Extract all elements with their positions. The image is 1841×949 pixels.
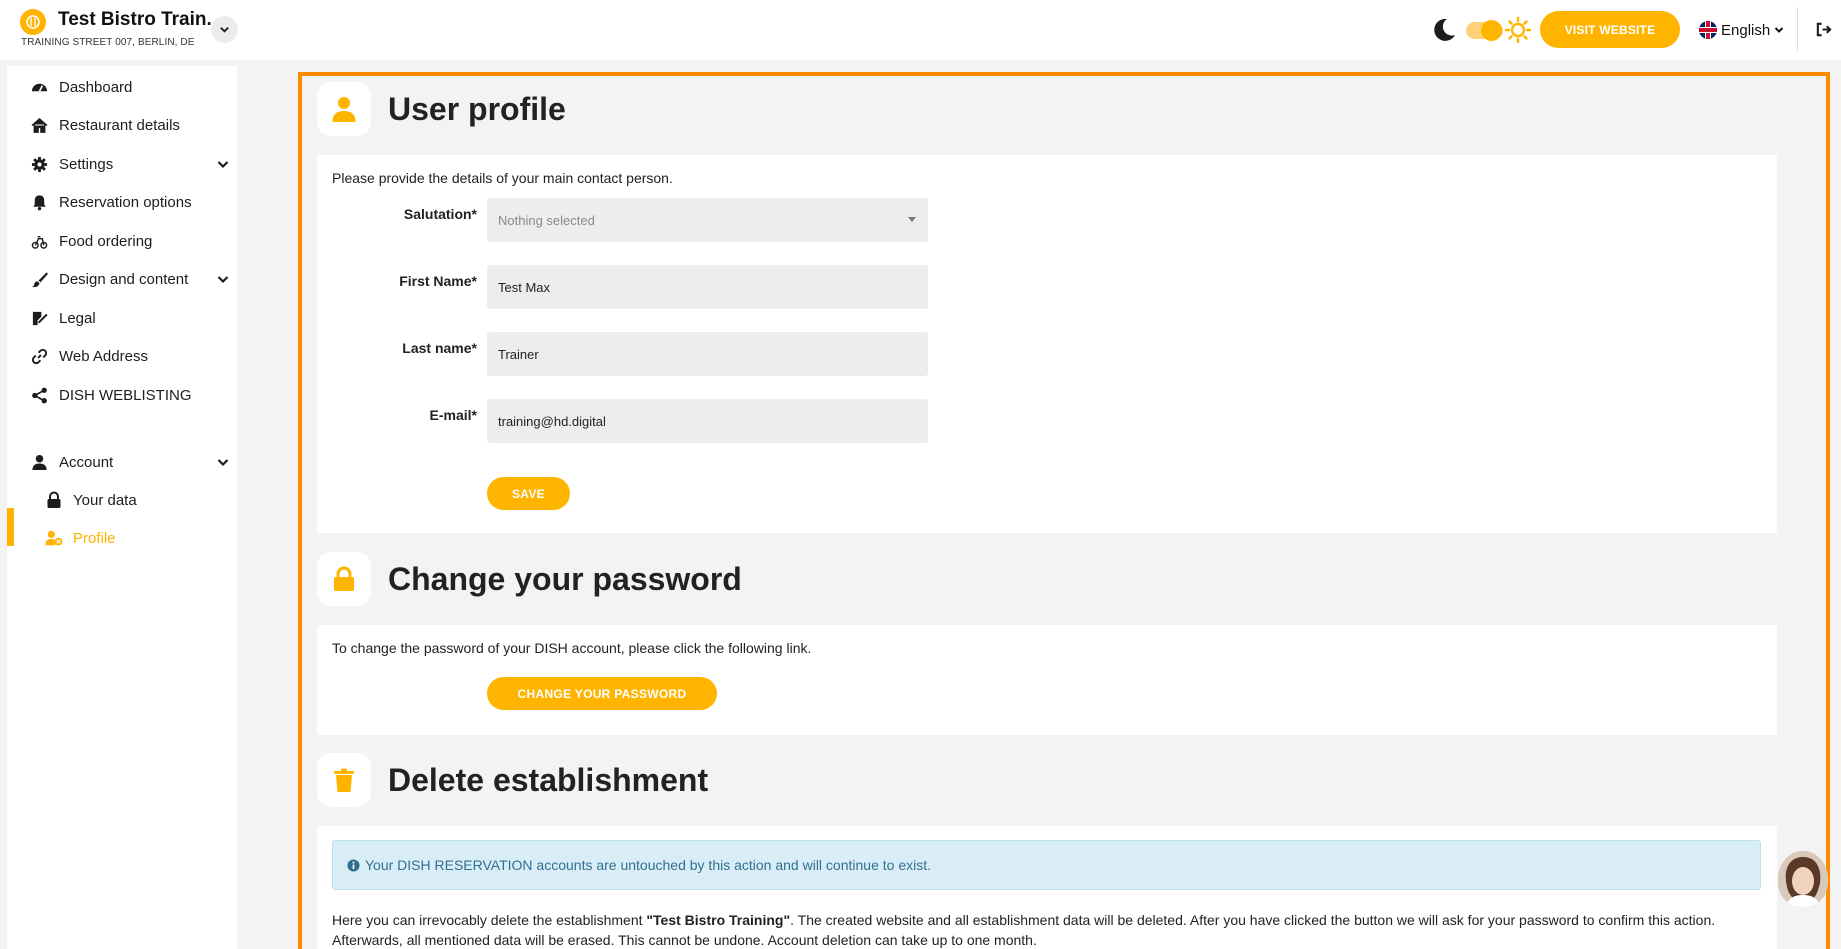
dashboard-icon (29, 77, 49, 97)
sidebar-item-dashboard[interactable]: Dashboard (29, 75, 132, 99)
sidebar-subitem-profile[interactable]: Profile (43, 526, 116, 550)
logout-icon[interactable] (1815, 21, 1832, 38)
delete-establishment-card: Your DISH RESERVATION accounts are untou… (317, 826, 1777, 949)
main-content: User profile Please provide the details … (298, 72, 1830, 949)
moon-icon[interactable] (1430, 16, 1458, 44)
email-value: training@hd.digital (498, 413, 606, 429)
sidebar-item-label: Legal (59, 309, 96, 327)
sidebar-item-restaurant-details[interactable]: Restaurant details (29, 113, 180, 137)
last-name-field[interactable]: Trainer (487, 332, 928, 376)
caret-down-icon (908, 217, 916, 222)
sidebar-item-label: Design and content (59, 270, 189, 288)
language-label: English (1721, 21, 1771, 39)
chevron-down-icon (220, 27, 229, 33)
trash-icon (317, 753, 371, 807)
delete-description: Here you can irrevocably delete the esta… (332, 910, 1762, 949)
chevron-down-icon[interactable] (216, 157, 230, 171)
home-icon (29, 115, 49, 135)
section-title: Change your password (388, 560, 742, 597)
sidebar-item-label: Profile (73, 529, 116, 547)
last-name-value: Trainer (498, 346, 539, 362)
restaurant-name: Test Bistro Train.. (58, 9, 218, 30)
user-profile-card: Please provide the details of your main … (317, 155, 1777, 533)
restaurant-switch-button[interactable] (211, 16, 238, 43)
restaurant-address: TRAINING STREET 007, BERLIN, DE (21, 37, 195, 48)
email-field[interactable]: training@hd.digital (487, 399, 928, 443)
active-section-indicator (7, 508, 14, 546)
profile-intro-text: Please provide the details of your main … (332, 170, 673, 186)
page-title: User profile (388, 90, 566, 127)
sidebar-item-account[interactable]: Account (29, 450, 113, 474)
sidebar-item-food-ordering[interactable]: Food ordering (29, 229, 152, 253)
food-ordering-icon (29, 231, 49, 251)
change-password-header: Change your password (317, 552, 742, 606)
email-label: E-mail* (429, 407, 477, 423)
user-icon (29, 452, 49, 472)
sidebar-item-label: Dashboard (59, 78, 133, 96)
establishment-name: "Test Bistro Training" (646, 912, 791, 928)
user-cog-icon (43, 528, 65, 548)
gear-icon (29, 154, 49, 174)
bell-icon (29, 192, 49, 212)
share-icon (29, 385, 49, 405)
user-profile-header: User profile (317, 82, 566, 136)
salutation-label: Salutation* (403, 206, 477, 222)
info-alert: Your DISH RESERVATION accounts are untou… (332, 840, 1761, 890)
sidebar-item-label: Restaurant details (59, 116, 180, 134)
sidebar-item-label: Food ordering (59, 232, 153, 250)
sun-icon[interactable] (1504, 16, 1532, 44)
last-name-label: Last name* (402, 340, 477, 356)
visit-website-button[interactable]: VISIT WEBSITE (1540, 11, 1680, 48)
change-password-card: To change the password of your DISH acco… (317, 625, 1777, 735)
change-password-button[interactable]: CHANGE YOUR PASSWORD (487, 677, 717, 710)
sidebar-item-label: Reservation options (59, 193, 192, 211)
delete-text-before: Here you can irrevocably delete the esta… (332, 912, 647, 928)
support-chat-avatar[interactable] (1778, 851, 1828, 907)
sidebar-item-label: DISH WEBLISTING (59, 386, 192, 404)
sidebar-item-settings[interactable]: Settings (29, 152, 113, 176)
first-name-value: Test Max (498, 279, 551, 295)
sidebar-item-label: Your data (73, 491, 137, 509)
sidebar-item-label: Web Address (59, 347, 148, 365)
legal-icon (29, 308, 49, 328)
chevron-down-icon[interactable] (216, 272, 230, 286)
chevron-down-icon[interactable] (216, 455, 230, 469)
link-icon (29, 346, 49, 366)
sidebar-subitem-your-data[interactable]: Your data (43, 488, 137, 512)
sidebar-item-label: Account (59, 453, 114, 471)
language-selector[interactable]: English (1699, 19, 1784, 41)
sidebar-item-legal[interactable]: Legal (29, 306, 96, 330)
delete-establishment-header: Delete establishment (317, 753, 708, 807)
sidebar-item-design-and-content[interactable]: Design and content (29, 267, 188, 291)
password-intro-text: To change the password of your DISH acco… (332, 640, 812, 656)
user-icon (317, 82, 371, 136)
theme-toggle-knob[interactable] (1481, 20, 1502, 41)
info-icon (347, 858, 360, 872)
sidebar-item-reservation-options[interactable]: Reservation options (29, 190, 192, 214)
first-name-label: First Name* (399, 273, 477, 289)
sidebar-item-web-address[interactable]: Web Address (29, 344, 148, 368)
chevron-down-icon (1774, 27, 1784, 33)
info-alert-text: Your DISH RESERVATION accounts are untou… (365, 857, 931, 873)
header-divider (1797, 7, 1798, 51)
first-name-field[interactable]: Test Max (487, 265, 928, 309)
lock-icon (317, 552, 371, 606)
sidebar-item-dish-weblisting[interactable]: DISH WEBLISTING (29, 383, 192, 407)
sidebar-item-label: Settings (59, 155, 114, 173)
restaurant-logo-icon (20, 9, 46, 35)
salutation-select[interactable]: Nothing selected (487, 198, 928, 242)
save-button[interactable]: SAVE (487, 477, 570, 510)
lock-icon (43, 490, 65, 510)
top-header: Test Bistro Train.. TRAINING STREET 007,… (0, 0, 1841, 60)
uk-flag-icon (1699, 21, 1717, 39)
section-title: Delete establishment (388, 761, 709, 798)
sidebar: Dashboard Restaurant details Settings Re… (7, 66, 237, 949)
salutation-value: Nothing selected (498, 212, 595, 228)
brush-icon (29, 269, 49, 289)
